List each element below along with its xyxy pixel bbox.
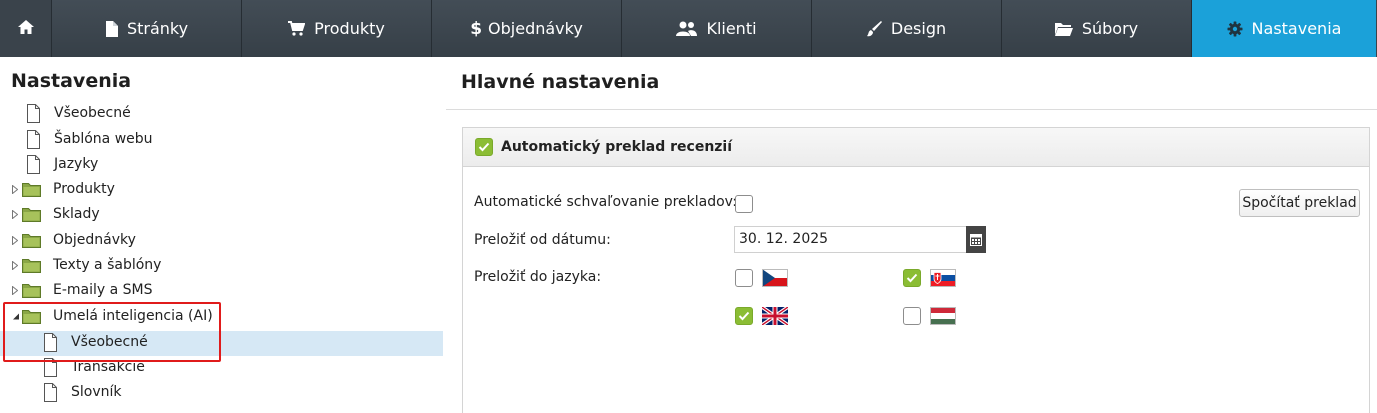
tab-stranky[interactable]: Stránky [52,0,242,57]
tab-nastavenia[interactable]: Nastavenia [1192,0,1376,57]
language-checkbox-sk[interactable] [903,269,921,287]
tree-item-label: E-maily a SMS [53,282,153,298]
folder-icon [22,233,41,248]
calculate-translation-button[interactable]: Spočítať preklad [1239,189,1360,217]
language-checkbox-gb[interactable] [735,307,753,325]
tree-item-label: Produkty [53,181,115,197]
home-icon [17,19,35,39]
tree-folder-produkty[interactable]: Produkty [12,177,115,201]
expand-arrow-icon[interactable] [12,184,22,194]
page-icon [105,20,118,37]
expand-arrow-icon[interactable] [12,235,22,245]
check-icon [738,311,750,321]
gear-icon [1227,21,1243,37]
tab-label: Design [890,19,947,38]
tree-item-jazyky[interactable]: Jazyky [25,152,98,176]
page-title: Hlavné nastavenia [461,71,660,93]
brush-icon [866,20,882,37]
tree-item-label: Všeobecné [54,105,131,121]
users-icon [676,21,698,36]
flag-sk-icon [930,269,956,287]
expand-arrow-icon[interactable] [12,285,22,295]
language-checkbox-hu[interactable] [903,307,921,325]
tab-subory[interactable]: Súbory [1002,0,1192,57]
main-content: Hlavné nastavenia Automatický preklad re… [446,57,1377,413]
language-label: Preložiť do jazyka: [474,269,602,285]
tab-objednavky[interactable]: $ Objednávky [432,0,622,57]
folder-icon [22,283,41,298]
page-icon [25,129,42,149]
date-label: Preložiť od dátumu: [474,232,611,248]
date-input[interactable]: 30. 12. 2025 [734,226,986,253]
tree-item-label: Objednávky [53,232,136,248]
tab-label: Klienti [706,19,757,38]
check-icon [906,273,918,283]
tab-design[interactable]: Design [812,0,1002,57]
tree-folder-sklady[interactable]: Sklady [12,202,100,226]
panel-enable-checkbox[interactable] [475,138,493,156]
home-button[interactable] [0,0,52,57]
flag-hu-icon [930,307,956,325]
top-navigation: Stránky Produkty $ Objednávky Klienti De… [0,0,1377,57]
tab-label: Súbory [1081,19,1139,38]
tree-folder-texty-a-sablony[interactable]: Texty a šablóny [12,253,161,277]
tree-item-sablona-webu[interactable]: Šablóna webu [25,127,153,151]
page-icon [25,103,42,123]
page-icon [25,154,42,174]
main-header: Hlavné nastavenia [446,57,1377,110]
language-option-cz[interactable] [735,269,788,287]
tree-item-ai-slovnik[interactable]: Slovník [42,380,122,404]
check-icon [478,142,490,152]
tab-label: Objednávky [488,19,583,38]
page-icon [42,382,59,402]
auto-translate-panel: Automatický preklad recenzií Automatické… [462,127,1370,413]
tab-klienti[interactable]: Klienti [622,0,812,57]
tree-item-label: Slovník [71,384,122,400]
settings-sidebar: Nastavenia Všeobecné Šablóna webu Jazyky… [0,57,443,413]
tree-folder-objednavky[interactable]: Objednávky [12,228,136,252]
folder-icon [22,182,41,197]
sidebar-title: Nastavenia [11,70,132,92]
panel-header: Automatický preklad recenzií [463,128,1369,167]
flag-cz-icon [762,269,788,287]
language-option-sk[interactable] [903,269,956,287]
tree-item-label: Sklady [53,206,100,222]
tab-label: Stránky [126,19,189,38]
flag-gb-icon [762,307,788,325]
panel-title: Automatický preklad recenzií [501,139,733,155]
tree-item-vseobecne[interactable]: Všeobecné [25,101,131,125]
auto-approve-checkbox[interactable] [735,195,753,213]
cart-icon [288,21,306,36]
tree-folder-emaily-a-sms[interactable]: E-maily a SMS [12,278,153,302]
tab-label: Produkty [314,19,385,38]
calendar-icon [970,234,982,246]
folder-icon [1054,22,1073,36]
folder-icon [22,207,41,222]
expand-arrow-icon[interactable] [12,260,22,270]
tab-produkty[interactable]: Produkty [242,0,432,57]
dollar-icon: $ [470,18,483,39]
language-checkbox-cz[interactable] [735,269,753,287]
annotation-highlight-box [3,302,221,362]
tree-item-label: Šablóna webu [54,131,153,147]
auto-approve-label: Automatické schvaľovanie prekladov: [474,194,737,210]
tree-item-label: Jazyky [54,156,99,172]
tree-item-label: Texty a šablóny [53,257,162,273]
language-option-gb[interactable] [735,307,788,325]
folder-icon [22,258,41,273]
language-option-hu[interactable] [903,307,956,325]
expand-arrow-icon[interactable] [12,209,22,219]
tab-label: Nastavenia [1251,19,1342,38]
calendar-button[interactable] [966,226,986,253]
